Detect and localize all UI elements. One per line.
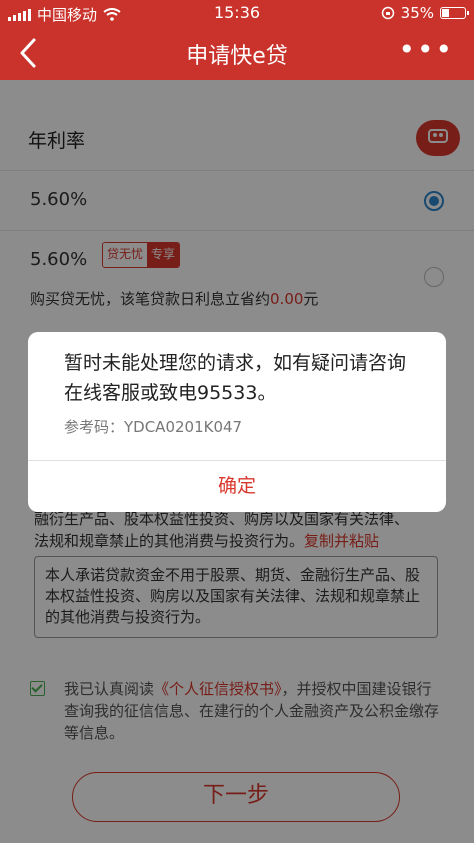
more-dots-icon[interactable]: ••• [398,36,454,64]
dialog-message: 暂时未能处理您的请求，如有疑问请咨询在线客服或致电95533。 [64,352,407,404]
error-dialog: 暂时未能处理您的请求，如有疑问请咨询在线客服或致电95533。 参考码：YDCA… [28,332,446,512]
nav-bar: 申请快e贷 ••• [0,26,474,80]
dialog-reference-code: 参考码：YDCA0201K047 [64,418,243,436]
status-right: 35% [381,4,469,22]
status-bar: 中国移动 15:36 35% [0,0,474,26]
rotation-lock-icon [381,6,394,20]
battery-icon [440,7,469,19]
battery-percent: 35% [400,4,434,22]
confirm-button[interactable]: 确定 [28,461,446,512]
